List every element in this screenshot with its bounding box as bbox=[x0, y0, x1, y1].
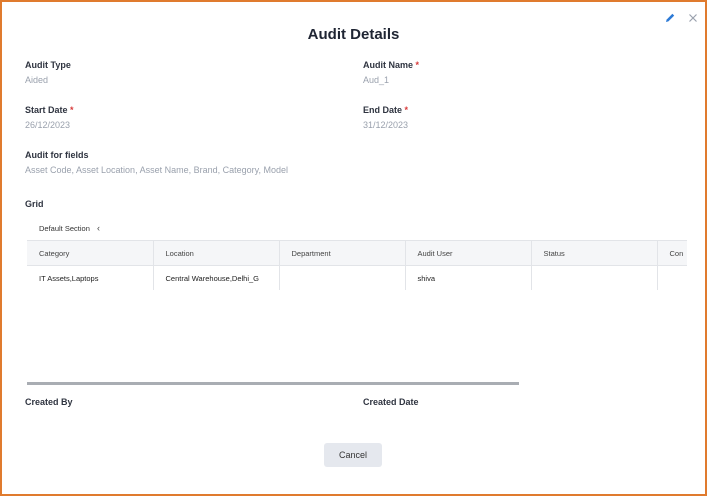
audit-for-fields-value: Asset Code, Asset Location, Asset Name, … bbox=[25, 165, 288, 175]
column-header-con[interactable]: Con bbox=[657, 240, 687, 266]
cancel-button[interactable]: Cancel bbox=[324, 443, 382, 467]
end-date-value: 31/12/2023 bbox=[363, 120, 409, 130]
start-date-value: 26/12/2023 bbox=[25, 120, 71, 130]
required-marker: * bbox=[415, 60, 420, 70]
horizontal-scrollbar[interactable] bbox=[27, 382, 519, 385]
default-section-tab[interactable]: Default Section bbox=[39, 224, 90, 233]
audit-type-value: Aided bbox=[25, 75, 49, 85]
column-header-audit-user[interactable]: Audit User bbox=[405, 240, 532, 266]
audit-type-label: Audit Type bbox=[25, 60, 71, 70]
table-row[interactable]: IT Assets,Laptops Central Warehouse,Delh… bbox=[27, 265, 687, 290]
start-date-label: Start Date * bbox=[25, 105, 74, 115]
audit-name-label: Audit Name * bbox=[363, 60, 420, 70]
created-by-label: Created By bbox=[25, 397, 73, 407]
grid-label: Grid bbox=[25, 199, 44, 209]
column-header-category[interactable]: Category bbox=[27, 240, 154, 266]
chevron-left-icon[interactable]: ‹ bbox=[97, 223, 100, 233]
pencil-icon bbox=[666, 13, 675, 22]
column-header-location[interactable]: Location bbox=[153, 240, 280, 266]
dialog-title: Audit Details bbox=[307, 26, 400, 43]
close-icon bbox=[689, 14, 697, 22]
column-header-department[interactable]: Department bbox=[279, 240, 406, 266]
cell-department bbox=[279, 265, 406, 290]
grid-table: Category Location Department Audit User … bbox=[27, 240, 687, 290]
cell-audit-user: shiva bbox=[405, 265, 532, 290]
audit-details-dialog: Audit Details Audit Type Aided Audit Nam… bbox=[0, 0, 707, 496]
cell-location: Central Warehouse,Delhi_G bbox=[153, 265, 280, 290]
cell-con bbox=[657, 265, 687, 290]
required-marker: * bbox=[404, 105, 409, 115]
required-marker: * bbox=[70, 105, 74, 115]
audit-grid: Category Location Department Audit User … bbox=[27, 240, 687, 290]
end-date-label: End Date * bbox=[363, 105, 409, 115]
grid-header-row: Category Location Department Audit User … bbox=[27, 240, 687, 266]
cell-status bbox=[531, 265, 658, 290]
column-header-status[interactable]: Status bbox=[531, 240, 658, 266]
close-button[interactable] bbox=[686, 11, 700, 25]
edit-button[interactable] bbox=[663, 11, 677, 25]
created-date-label: Created Date bbox=[363, 397, 419, 407]
audit-for-fields-label: Audit for fields bbox=[25, 150, 89, 160]
audit-name-value: Aud_1 bbox=[363, 75, 390, 85]
cell-category: IT Assets,Laptops bbox=[27, 265, 154, 290]
